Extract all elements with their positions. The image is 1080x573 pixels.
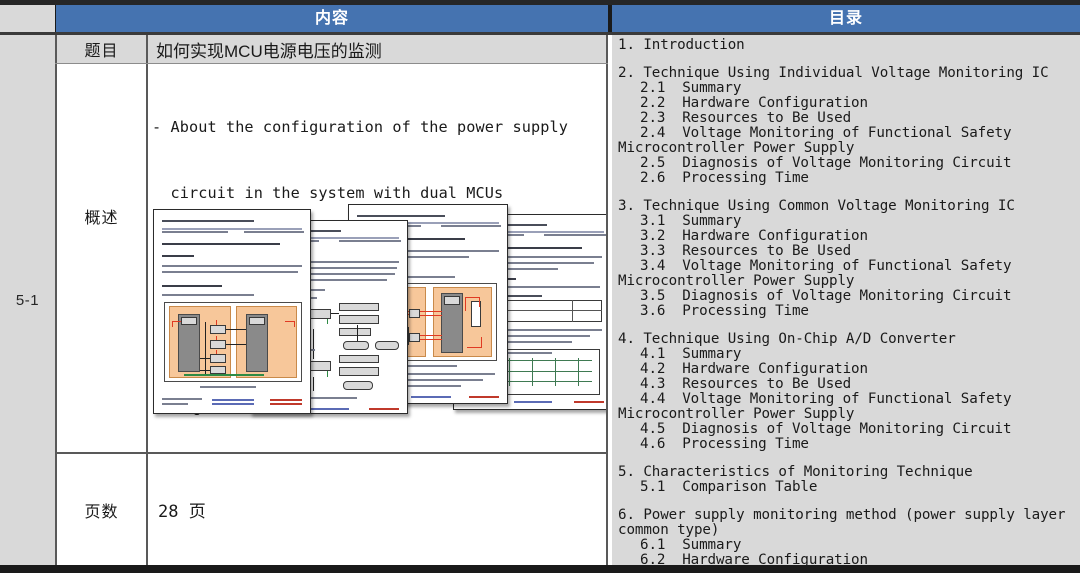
summary-row-label-cell: 概述: [57, 64, 146, 452]
toc-entry[interactable]: 4. Technique Using On-Chip A/D Converter: [618, 332, 1080, 347]
slide-root: 内容 目录 5-1 题目 如何实现MCU电源电压的监测 概述 - About t…: [0, 0, 1080, 573]
toc-entry[interactable]: 4.2 Hardware Configuration: [640, 362, 1080, 377]
toc-entry[interactable]: 2.4 Voltage Monitoring of Functional Saf…: [640, 126, 1080, 141]
pages-row-value-cell: 28 页: [148, 454, 606, 565]
toc-entry[interactable]: 4.6 Processing Time: [640, 437, 1080, 452]
toc-entry[interactable]: 3.1 Summary: [640, 214, 1080, 229]
toc-entry[interactable]: common type): [618, 523, 1080, 538]
list-item: - About the configuration of the power s…: [152, 116, 606, 138]
row-index-cell: 5-1: [0, 35, 55, 565]
toc-entry[interactable]: 2.6 Processing Time: [640, 171, 1080, 186]
toc-entry[interactable]: Microcontroller Power Supply: [618, 274, 1080, 289]
toc-entry[interactable]: 4.5 Diagnosis of Voltage Monitoring Circ…: [640, 422, 1080, 437]
title-row-label: 题目: [84, 37, 118, 61]
toc-entry[interactable]: 6. Power supply monitoring method (power…: [618, 508, 1080, 523]
toc-entry[interactable]: 2.1 Summary: [640, 81, 1080, 96]
header-divider-right: [608, 5, 612, 32]
toc-entry[interactable]: 2.3 Resources to Be Used: [640, 111, 1080, 126]
toc-panel: 1. Introduction 2. Technique Using Indivi…: [612, 35, 1080, 565]
doc-thumb-1: [153, 209, 311, 414]
toc-entry[interactable]: 4.4 Voltage Monitoring of Functional Saf…: [640, 392, 1080, 407]
toc-entry[interactable]: 3.4 Voltage Monitoring of Functional Saf…: [640, 259, 1080, 274]
toc-entry[interactable]: 3.6 Processing Time: [640, 304, 1080, 319]
header-index-blank: [0, 5, 55, 32]
toc-entry[interactable]: 2.2 Hardware Configuration: [640, 96, 1080, 111]
toc-entry[interactable]: 2. Technique Using Individual Voltage Mo…: [618, 66, 1080, 81]
toc-entry[interactable]: 3.5 Diagnosis of Voltage Monitoring Circ…: [640, 289, 1080, 304]
header-content-cell: 内容: [56, 5, 608, 32]
toc-entry[interactable]: 3.3 Resources to Be Used: [640, 244, 1080, 259]
summary-row-label: 概述: [84, 204, 118, 228]
toc-entry[interactable]: 4.1 Summary: [640, 347, 1080, 362]
bottom-rule: [0, 565, 1080, 573]
toc-entry[interactable]: 2.5 Diagnosis of Voltage Monitoring Circ…: [640, 156, 1080, 171]
header-divider-left: [55, 5, 56, 32]
title-row-value: 如何实现MCU电源电压的监测: [156, 37, 382, 62]
row-index-label: 5-1: [16, 292, 39, 309]
header-toc-cell: 目录: [612, 5, 1080, 32]
toc-entry[interactable]: 5.1 Comparison Table: [640, 480, 1080, 495]
toc-entry[interactable]: 3. Technique Using Common Voltage Monito…: [618, 199, 1080, 214]
toc-entry[interactable]: 6.2 Hardware Configuration: [640, 553, 1080, 565]
toc-entry[interactable]: 1. Introduction: [618, 38, 1080, 53]
toc-entry[interactable]: 6.1 Summary: [640, 538, 1080, 553]
list-item: circuit in the system with dual MCUs: [152, 182, 606, 204]
toc-entry[interactable]: Microcontroller Power Supply: [618, 407, 1080, 422]
pages-row-label-cell: 页数: [57, 454, 146, 565]
toc-entry[interactable]: 5. Characteristics of Monitoring Techniq…: [618, 465, 1080, 480]
title-row-label-cell: 题目: [57, 35, 146, 63]
pages-row-value: 28 页: [158, 497, 206, 522]
document-thumbnail-stack: [148, 204, 606, 452]
header-content-title: 内容: [315, 11, 349, 27]
header-toc-title: 目录: [829, 11, 863, 27]
title-row-value-cell: 如何实现MCU电源电压的监测: [148, 35, 606, 63]
divider-content-toc: [606, 35, 608, 565]
toc-entry[interactable]: 4.3 Resources to Be Used: [640, 377, 1080, 392]
toc-entry[interactable]: Microcontroller Power Supply: [618, 141, 1080, 156]
summary-row-value-cell: - About the configuration of the power s…: [148, 64, 606, 452]
toc-entry[interactable]: 3.2 Hardware Configuration: [640, 229, 1080, 244]
pages-row-label: 页数: [84, 498, 118, 522]
